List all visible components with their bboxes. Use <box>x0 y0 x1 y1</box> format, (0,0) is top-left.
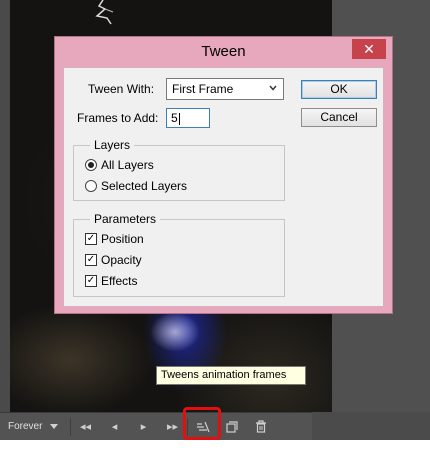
tween-dialog: Tween ✕ Tween With: First Frame Frames t… <box>54 36 393 314</box>
previous-frame-button[interactable]: ◂ <box>100 413 129 440</box>
dialog-title: Tween <box>201 43 246 60</box>
checkmark-icon: ✓ <box>85 275 97 287</box>
radio-all-layers[interactable]: All Layers <box>85 158 154 172</box>
close-icon: ✕ <box>363 41 375 57</box>
radio-unselected-icon <box>85 180 97 192</box>
radio-selected-layers[interactable]: Selected Layers <box>85 179 187 193</box>
timeline-panel-empty <box>312 412 430 440</box>
chevron-down-icon <box>269 85 277 91</box>
parameters-group-title: Parameters <box>90 212 161 226</box>
close-button[interactable]: ✕ <box>352 39 386 59</box>
dialog-body: Tween With: First Frame Frames to Add: 5… <box>63 67 384 307</box>
frames-to-add-value: 5 <box>171 111 178 125</box>
cancel-button[interactable]: Cancel <box>301 108 377 127</box>
checkmark-icon: ✓ <box>85 233 97 245</box>
play-icon: ▸ <box>140 421 147 433</box>
checkbox-opacity-label: Opacity <box>101 253 142 267</box>
tween-with-select[interactable]: First Frame <box>166 78 284 100</box>
new-frame-icon <box>225 420 238 433</box>
first-frame-icon: ◂◂ <box>79 421 92 433</box>
layers-group: Layers All Layers Selected Layers <box>73 138 285 201</box>
text-caret <box>178 112 180 125</box>
animation-timeline: Forever ◂◂ ◂ ▸ ▸▸ <box>0 412 312 440</box>
tween-with-row: Tween With: <box>88 82 154 96</box>
frames-row: Frames to Add: <box>77 111 158 125</box>
checkbox-opacity[interactable]: ✓ Opacity <box>85 253 142 267</box>
checkbox-position-label: Position <box>101 232 144 246</box>
chevron-down-icon <box>50 424 59 429</box>
checkmark-icon: ✓ <box>85 254 97 266</box>
layers-group-title: Layers <box>90 138 135 152</box>
play-button[interactable]: ▸ <box>129 413 158 440</box>
tween-with-label: Tween With: <box>88 82 155 96</box>
checkbox-effects[interactable]: ✓ Effects <box>85 274 137 288</box>
previous-frame-icon: ◂ <box>111 421 118 433</box>
new-frame-button[interactable] <box>217 413 246 440</box>
checkbox-effects-label: Effects <box>101 274 138 288</box>
checkbox-position[interactable]: ✓ Position <box>85 232 144 246</box>
parameters-group: Parameters ✓ Position ✓ Opacity ✓ Effect… <box>73 212 285 297</box>
delete-frame-button[interactable] <box>246 413 275 440</box>
loop-options-select[interactable]: Forever <box>0 413 70 440</box>
radio-selected-layers-label: Selected Layers <box>101 179 188 193</box>
tween-with-value: First Frame <box>172 82 234 96</box>
lightning-graphic <box>95 0 114 25</box>
frames-to-add-input[interactable]: 5 <box>166 108 210 128</box>
frames-to-add-label: Frames to Add: <box>77 111 159 125</box>
tooltip: Tweens animation frames <box>156 366 306 385</box>
tween-button-highlight <box>183 407 221 440</box>
loop-options-label: Forever <box>8 421 43 432</box>
radio-all-layers-label: All Layers <box>101 158 154 172</box>
radio-selected-icon <box>85 159 97 171</box>
next-frame-icon: ▸▸ <box>166 421 179 433</box>
first-frame-button[interactable]: ◂◂ <box>71 413 100 440</box>
ok-button[interactable]: OK <box>301 80 377 99</box>
bottom-strip <box>0 440 430 452</box>
figure-glow <box>150 312 200 352</box>
trash-icon <box>255 420 266 433</box>
